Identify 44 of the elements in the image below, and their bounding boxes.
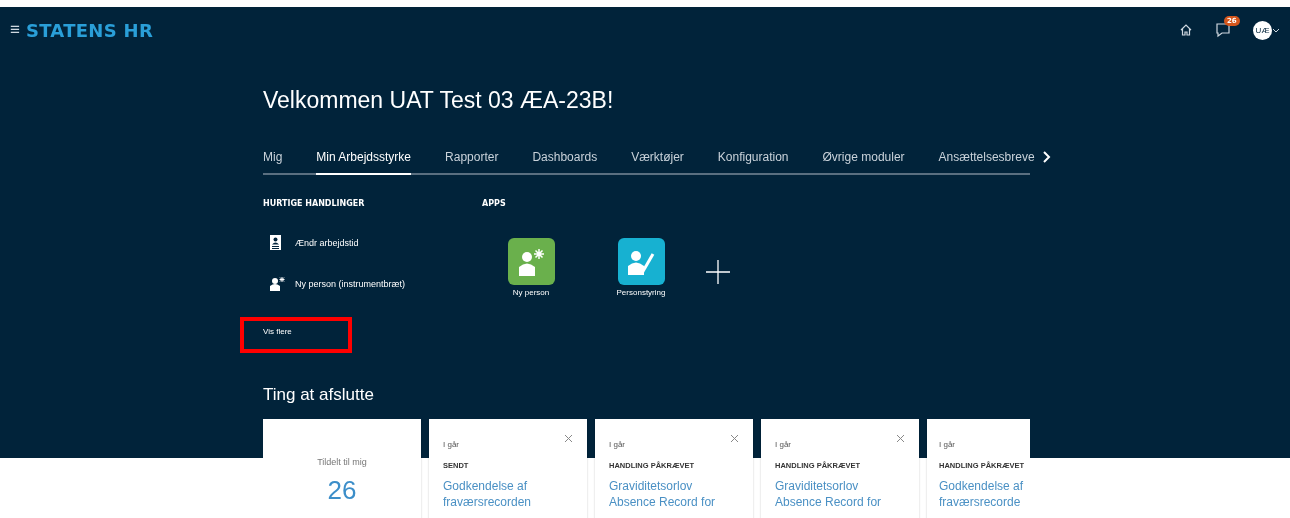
user-menu[interactable]: UÆ bbox=[1253, 20, 1280, 40]
notifications-button[interactable] bbox=[1215, 22, 1231, 38]
section-heading: APPS bbox=[482, 199, 507, 208]
close-icon bbox=[896, 434, 905, 443]
card-date: I går bbox=[609, 440, 625, 449]
add-person-icon bbox=[269, 276, 285, 292]
card-date: I går bbox=[443, 440, 459, 449]
app-tile[interactable]: Ny person bbox=[486, 238, 576, 297]
card-title: Graviditetsorlov Absence Record for bbox=[609, 478, 717, 510]
chat-icon bbox=[1215, 22, 1231, 38]
caret-icon bbox=[1272, 26, 1280, 34]
section-heading: HURTIGE HANDLINGER bbox=[263, 199, 366, 208]
tab[interactable]: Dashboards bbox=[532, 144, 598, 175]
tab[interactable]: Mig bbox=[263, 144, 283, 175]
summary-count: 26 bbox=[327, 475, 357, 506]
tab[interactable]: Ansættelsesbreve bbox=[938, 144, 1035, 175]
menu-button[interactable]: ≡ bbox=[10, 20, 20, 40]
summary-card[interactable]: Tildelt til mig 26 bbox=[263, 419, 421, 518]
close-icon bbox=[564, 434, 573, 443]
chevron-right-icon bbox=[1042, 150, 1051, 163]
plus-icon bbox=[706, 260, 730, 284]
tab[interactable]: Værktøjer bbox=[631, 144, 684, 175]
tab[interactable]: Øvrige moduler bbox=[822, 144, 905, 175]
card-title: Godkendelse af fraværsrecorden bbox=[443, 478, 533, 510]
home-button[interactable] bbox=[1179, 23, 1193, 37]
card-date: I går bbox=[939, 440, 955, 449]
home-icon bbox=[1179, 23, 1193, 37]
user-avatar: UÆ bbox=[1253, 20, 1272, 40]
tab[interactable]: Min Arbejdsstyrke bbox=[316, 144, 412, 175]
section-title: Ting at afslutte bbox=[263, 385, 375, 405]
quick-action-link[interactable]: Ny person (instrumentbræt) bbox=[269, 275, 406, 293]
summary-label: Tildelt til mig bbox=[317, 457, 367, 467]
quick-action-link[interactable]: Ændr arbejdstid bbox=[269, 234, 359, 252]
card-title: Godkendelse af fraværsrecorde bbox=[939, 478, 1025, 510]
show-more-link[interactable]: Vis flere bbox=[263, 327, 292, 336]
welcome-heading: Velkommen UAT Test 03 ÆA-23B! bbox=[263, 87, 615, 114]
app-title: STATENS HR bbox=[25, 19, 154, 41]
tab[interactable]: Rapporter bbox=[445, 144, 499, 175]
app-tile[interactable]: Personstyring bbox=[596, 238, 686, 297]
close-icon bbox=[730, 434, 739, 443]
card-date: I går bbox=[775, 440, 791, 449]
card-title: Graviditetsorlov Absence Record for bbox=[775, 478, 883, 510]
tab[interactable]: Konfiguration bbox=[717, 144, 789, 175]
add-app-button[interactable] bbox=[706, 260, 730, 287]
